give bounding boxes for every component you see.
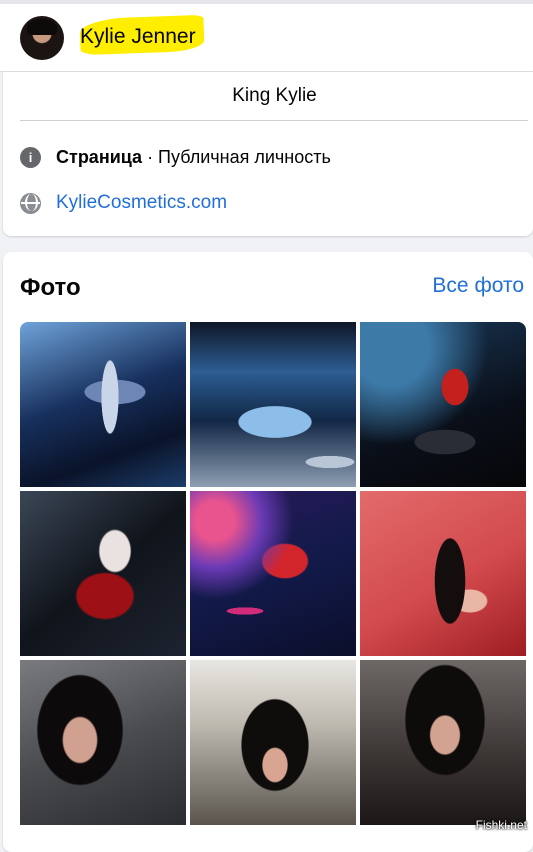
photo-1[interactable]: [20, 322, 186, 487]
website-link[interactable]: KylieCosmetics.com: [56, 192, 227, 214]
profile-name[interactable]: Kylie Jenner: [80, 25, 196, 49]
website-row: KylieCosmetics.com: [20, 190, 227, 216]
intro-divider: [20, 120, 528, 121]
see-all-photos-link[interactable]: Все фото: [432, 274, 524, 298]
category-text: Страница · Публичная личность: [56, 147, 331, 168]
top-divider: [0, 0, 533, 4]
photos-card: Фото Все фото: [3, 252, 533, 852]
profile-avatar[interactable]: [20, 16, 64, 60]
category-label: Страница: [56, 146, 143, 167]
category-row: i Страница · Публичная личность: [20, 144, 331, 170]
photo-7[interactable]: [20, 660, 186, 825]
photos-title: Фото: [20, 274, 81, 301]
photo-2[interactable]: [190, 322, 356, 487]
globe-icon: [20, 192, 41, 214]
profile-bio: King Kylie: [232, 85, 317, 106]
photo-8[interactable]: [190, 660, 356, 825]
intro-card: King Kylie i Страница · Публичная личнос…: [3, 72, 533, 236]
photo-6[interactable]: [360, 491, 526, 656]
photo-5[interactable]: [190, 491, 356, 656]
category-value: · Публичная личность: [142, 146, 331, 167]
photo-9[interactable]: [360, 660, 526, 825]
info-icon: i: [20, 146, 41, 168]
watermark: Fishki.net: [475, 818, 527, 832]
photo-3[interactable]: [360, 322, 526, 487]
profile-header: Kylie Jenner: [0, 0, 533, 72]
photo-4[interactable]: [20, 491, 186, 656]
